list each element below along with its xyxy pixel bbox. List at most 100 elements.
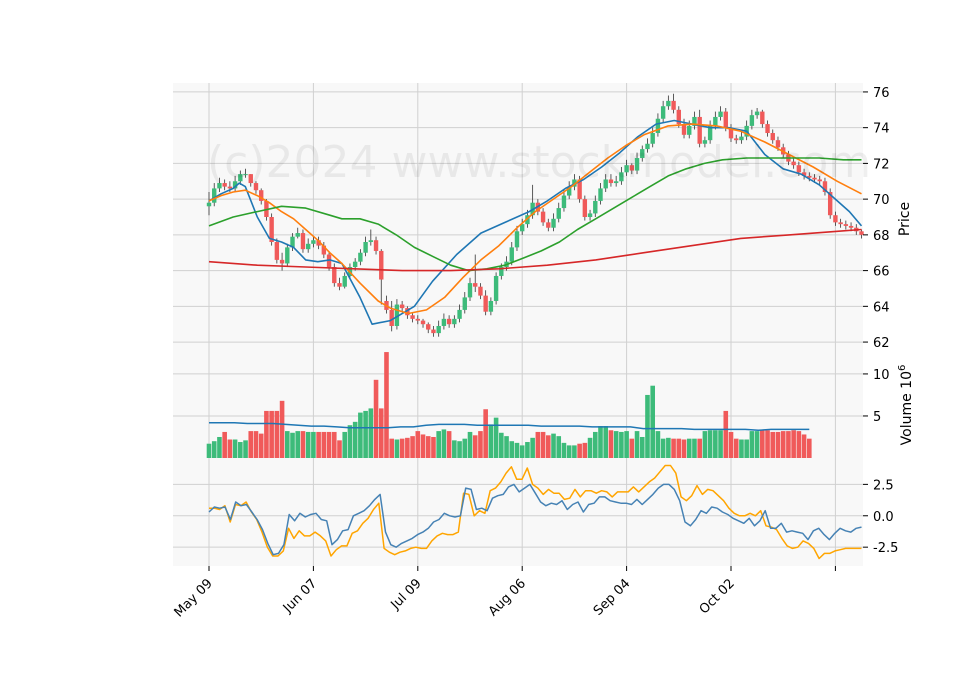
volume-bar — [331, 431, 337, 458]
volume-bar — [425, 436, 431, 458]
candle-body — [833, 215, 838, 223]
volume-bar — [295, 431, 301, 458]
candle-body — [593, 200, 598, 214]
volume-bar — [248, 431, 254, 458]
candle-body — [379, 250, 384, 280]
candle-body — [426, 324, 431, 330]
volume-bar — [525, 442, 530, 458]
volume-bar — [441, 429, 447, 458]
volume-bar — [211, 441, 217, 458]
candle-body — [373, 240, 379, 251]
volume-bar — [592, 431, 598, 458]
volume-bar — [775, 431, 781, 458]
volume-bar — [483, 409, 488, 458]
price-tick-label: 72 — [873, 157, 890, 172]
volume-axis-label-text: Volume 10 — [899, 371, 915, 445]
candle-body — [561, 195, 567, 209]
volume-bar — [707, 430, 713, 458]
candle-body — [718, 111, 723, 117]
candle-body — [660, 106, 666, 119]
price-tick-label: 66 — [873, 265, 890, 280]
volume-bar — [342, 431, 348, 458]
price-axis-label: Price — [897, 202, 913, 236]
volume-bar — [608, 430, 614, 458]
volume-bar — [587, 437, 593, 458]
volume-bar — [279, 400, 285, 458]
candle-body — [754, 111, 760, 116]
x-tick-label: Jun 07 — [280, 576, 320, 616]
candle-body — [843, 224, 849, 226]
x-tick-label: Aug 06 — [486, 576, 529, 619]
candle-body — [765, 124, 770, 134]
candle-body — [285, 247, 290, 264]
candle-body — [410, 315, 415, 319]
oscillator-tick-label: 2.5 — [873, 478, 894, 493]
volume-axis-exponent: 6 — [897, 365, 908, 371]
candle-body — [478, 286, 483, 296]
candle-body — [206, 202, 212, 207]
volume-bar — [258, 433, 264, 458]
watermark-text: (c)2024 www.stockmodel.com — [207, 137, 871, 188]
volume-bar — [488, 424, 494, 458]
volume-bar — [624, 431, 629, 458]
volume-bar — [671, 438, 676, 458]
volume-bar — [718, 430, 723, 458]
candle-body — [415, 318, 420, 321]
volume-bar — [697, 438, 702, 458]
candle-body — [671, 100, 676, 110]
price-tick-label: 76 — [873, 86, 890, 101]
volume-bar — [232, 439, 238, 458]
volume-bar — [290, 432, 295, 458]
volume-bar — [561, 442, 567, 458]
volume-bar — [311, 431, 316, 458]
volume-bar — [629, 438, 635, 458]
candle-body — [749, 115, 755, 126]
volume-bar — [765, 430, 770, 458]
candle-body — [859, 231, 864, 235]
volume-bar — [676, 438, 682, 458]
volume-bar — [780, 431, 786, 458]
volume-bar — [791, 430, 796, 458]
candle-body — [540, 211, 546, 223]
volume-bar — [227, 439, 233, 458]
volume-bar — [222, 431, 227, 458]
volume-axis-label: Volume 106 — [897, 365, 915, 446]
candle-body — [509, 247, 514, 262]
volume-bar — [389, 438, 394, 458]
volume-bar — [692, 438, 697, 458]
volume-bar — [619, 431, 624, 458]
candle-body — [473, 283, 478, 287]
volume-bar — [446, 431, 452, 458]
volume-bar — [801, 434, 807, 458]
volume-bar — [733, 438, 739, 458]
volume-bar — [713, 430, 718, 458]
candle-body — [483, 295, 488, 312]
volume-bar — [582, 442, 588, 458]
candle-body — [514, 231, 520, 248]
volume-bar — [566, 445, 572, 458]
candle-body — [681, 124, 687, 135]
candle-body — [399, 304, 405, 309]
x-tick-label: Jul 09 — [388, 576, 425, 613]
volume-bar — [410, 436, 415, 458]
volume-bar — [347, 425, 353, 458]
volume-bar — [321, 431, 327, 458]
volume-tick-label: 5 — [873, 410, 881, 425]
volume-bar — [540, 431, 546, 458]
volume-tick-label: 10 — [873, 368, 890, 383]
candle-body — [279, 259, 285, 264]
volume-bar — [796, 431, 802, 458]
volume-bar — [572, 445, 577, 458]
candle-body — [274, 242, 280, 260]
stock-chart: (c)2024 www.stockmodel.com 62 64 66 68 70 72 7… — [0, 0, 960, 690]
candle-body — [436, 325, 441, 334]
volume-bar — [274, 410, 280, 458]
candle-body — [295, 233, 300, 237]
volume-bar — [739, 439, 744, 458]
volume-bar — [368, 408, 374, 458]
volume-bar — [603, 426, 609, 458]
volume-bar — [786, 431, 791, 458]
candle-body — [598, 188, 603, 201]
volume-bar — [305, 431, 311, 458]
candle-body — [457, 309, 462, 319]
